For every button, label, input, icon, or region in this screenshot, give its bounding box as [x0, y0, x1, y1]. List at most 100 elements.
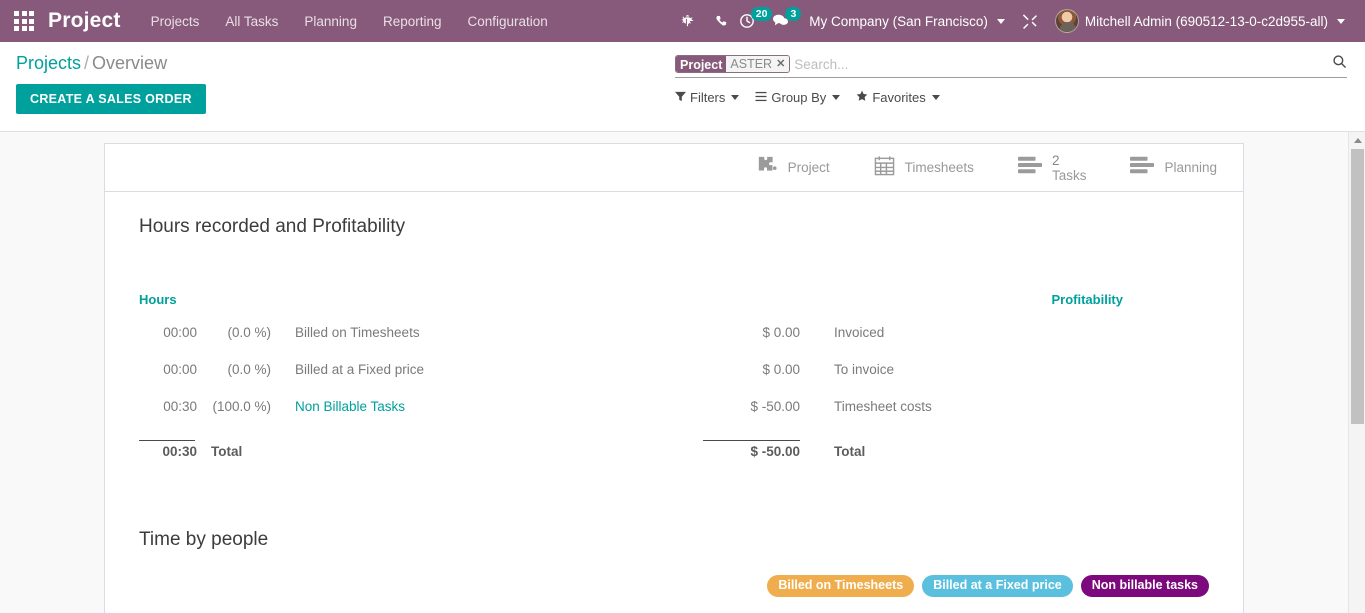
stat-buttons-bar: Project Timesheets 2 Tasks Planning	[105, 144, 1243, 192]
stat-text: Planning	[1164, 160, 1217, 175]
stat-label-project: Project	[787, 160, 830, 175]
breadcrumb-current: Overview	[92, 53, 168, 73]
main-menu: Projects All Tasks Planning Reporting Co…	[151, 10, 548, 33]
breadcrumb-projects[interactable]: Projects	[16, 53, 81, 73]
hours-label-link-non-billable-tasks[interactable]: Non Billable Tasks	[279, 399, 405, 414]
filters-dropdown[interactable]: Filters	[675, 90, 740, 105]
search-input[interactable]	[792, 56, 1324, 72]
hours-percent: (0.0 %)	[227, 325, 271, 340]
puzzle-icon	[756, 155, 778, 180]
profitability-total-row: $ -50.00 Total	[674, 444, 1209, 481]
legend-non-billable-tasks[interactable]: Non billable tasks	[1080, 575, 1209, 597]
search-facet-value: ASTER ✕	[726, 56, 790, 72]
group-by-label: Group By	[771, 90, 827, 105]
user-menu[interactable]: Mitchell Admin (690512-13-0-c2d955-all)	[1047, 9, 1353, 33]
hours-total-row: 00:30 Total	[139, 444, 674, 481]
stat-label-timesheets: Timesheets	[904, 160, 974, 175]
profitability-amount: $ 0.00	[762, 325, 800, 340]
table-row: $ -50.00 Timesheet costs	[674, 399, 1209, 436]
breadcrumb: Projects / Overview	[16, 52, 206, 74]
group-by-dropdown[interactable]: Group By	[755, 90, 841, 105]
chevron-down-icon	[832, 95, 841, 100]
hours-value: 00:00	[163, 362, 197, 377]
menu-item-planning[interactable]: Planning	[304, 10, 357, 33]
scroll-up-arrow-icon[interactable]	[1349, 132, 1365, 149]
menu-item-reporting[interactable]: Reporting	[383, 10, 442, 33]
filter-icon	[675, 90, 686, 105]
messages-count-badge: 3	[785, 7, 802, 21]
hours-percent: (0.0 %)	[227, 362, 271, 377]
chart-legend: Billed on Timesheets Billed at a Fixed p…	[139, 551, 1209, 597]
list-icon	[1130, 155, 1155, 180]
control-panel-right: Project ASTER ✕ Filters	[675, 42, 1365, 131]
create-sales-order-button[interactable]: CREATE A SALES ORDER	[16, 84, 206, 114]
menu-item-projects[interactable]: Projects	[151, 10, 200, 33]
activities-count-badge: 20	[750, 7, 773, 21]
legend-billed-on-timesheets[interactable]: Billed on Timesheets	[767, 575, 915, 597]
search-facet-project[interactable]: Project ASTER ✕	[675, 55, 791, 73]
hours-total-divider	[139, 436, 674, 444]
control-panel-left: Projects / Overview CREATE A SALES ORDER	[0, 42, 206, 131]
favorites-dropdown[interactable]: Favorites	[856, 90, 940, 105]
stat-button-project[interactable]: Project	[734, 144, 852, 192]
section-title-time-by-people: Time by people	[139, 529, 269, 550]
company-switcher[interactable]: My Company (San Francisco)	[801, 14, 1013, 29]
chevron-down-icon	[996, 18, 1005, 24]
breadcrumb-separator: /	[84, 53, 90, 73]
stat-button-tasks[interactable]: 2 Tasks	[996, 144, 1109, 192]
stat-text: Project	[788, 160, 830, 175]
hours-column-header: Hours	[139, 292, 177, 307]
activities-button[interactable]: 20	[739, 0, 773, 42]
apps-menu-button[interactable]	[0, 0, 48, 42]
table-row: 00:30 (100.0 %) Non Billable Tasks	[139, 399, 674, 436]
chevron-down-icon	[931, 95, 940, 100]
tools-icon[interactable]	[1013, 0, 1047, 42]
stat-value-tasks: 2	[1051, 152, 1060, 168]
search-icon[interactable]	[1324, 54, 1347, 74]
card-body: Hours recorded and Profitability Hours 0…	[105, 192, 1243, 597]
user-name: Mitchell Admin (690512-13-0-c2d955-all)	[1084, 13, 1328, 29]
section-title-hours-profitability: Hours recorded and Profitability	[139, 216, 406, 237]
hours-column: Hours 00:00 (0.0 %) Billed on Timesheets…	[139, 292, 674, 481]
hours-total-label: Total	[211, 444, 243, 459]
table-row: 00:00 (0.0 %) Billed at a Fixed price	[139, 362, 674, 399]
stat-text: Timesheets	[905, 160, 974, 175]
stat-text: 2 Tasks	[1052, 153, 1087, 183]
legend-billed-at-fixed-price[interactable]: Billed at a Fixed price	[922, 575, 1073, 597]
stat-button-planning[interactable]: Planning	[1108, 144, 1239, 192]
hours-total-value: 00:30	[162, 444, 197, 459]
stat-label-planning: Planning	[1164, 160, 1217, 175]
bars-icon	[755, 90, 767, 105]
vertical-scrollbar[interactable]	[1348, 132, 1365, 613]
hours-value: 00:30	[163, 399, 197, 414]
search-facet-label: Project	[676, 56, 727, 72]
profitability-label: Timesheet costs	[834, 399, 932, 414]
control-panel: Projects / Overview CREATE A SALES ORDER P…	[0, 42, 1365, 132]
navbar-right-tools: 20 3 My Company (San Francisco) Mitchell…	[671, 0, 1365, 42]
table-row: 00:00 (0.0 %) Billed on Timesheets	[139, 325, 674, 362]
search-dropdown-buttons: Filters Group By Favorites	[675, 78, 1347, 105]
filters-label: Filters	[690, 90, 726, 105]
profitability-total-value: $ -50.00	[750, 444, 800, 459]
profitability-label: Invoiced	[834, 325, 885, 340]
list-icon	[1017, 155, 1042, 180]
stat-button-timesheets[interactable]: Timesheets	[852, 144, 996, 192]
menu-item-all-tasks[interactable]: All Tasks	[225, 10, 278, 33]
profitability-label: To invoice	[834, 362, 895, 377]
top-navbar: Project Projects All Tasks Planning Repo…	[0, 0, 1365, 42]
app-brand-title: Project	[48, 9, 121, 32]
messages-button[interactable]: 3	[772, 0, 802, 42]
profitability-total-label: Total	[834, 444, 866, 459]
dashboard-columns: Hours 00:00 (0.0 %) Billed on Timesheets…	[139, 292, 1209, 481]
stat-label-tasks: Tasks	[1051, 167, 1087, 183]
search-facet-value-text: ASTER	[730, 57, 773, 71]
bug-icon[interactable]	[671, 0, 705, 42]
scrollbar-thumb[interactable]	[1351, 149, 1364, 424]
hours-value: 00:00	[163, 325, 197, 340]
profitability-column-header: Profitability	[1051, 292, 1123, 307]
menu-item-configuration[interactable]: Configuration	[468, 10, 548, 33]
chevron-down-icon	[1337, 18, 1345, 24]
close-icon[interactable]: ✕	[776, 56, 785, 72]
apps-grid-icon	[14, 11, 34, 31]
phone-icon[interactable]	[705, 0, 739, 42]
